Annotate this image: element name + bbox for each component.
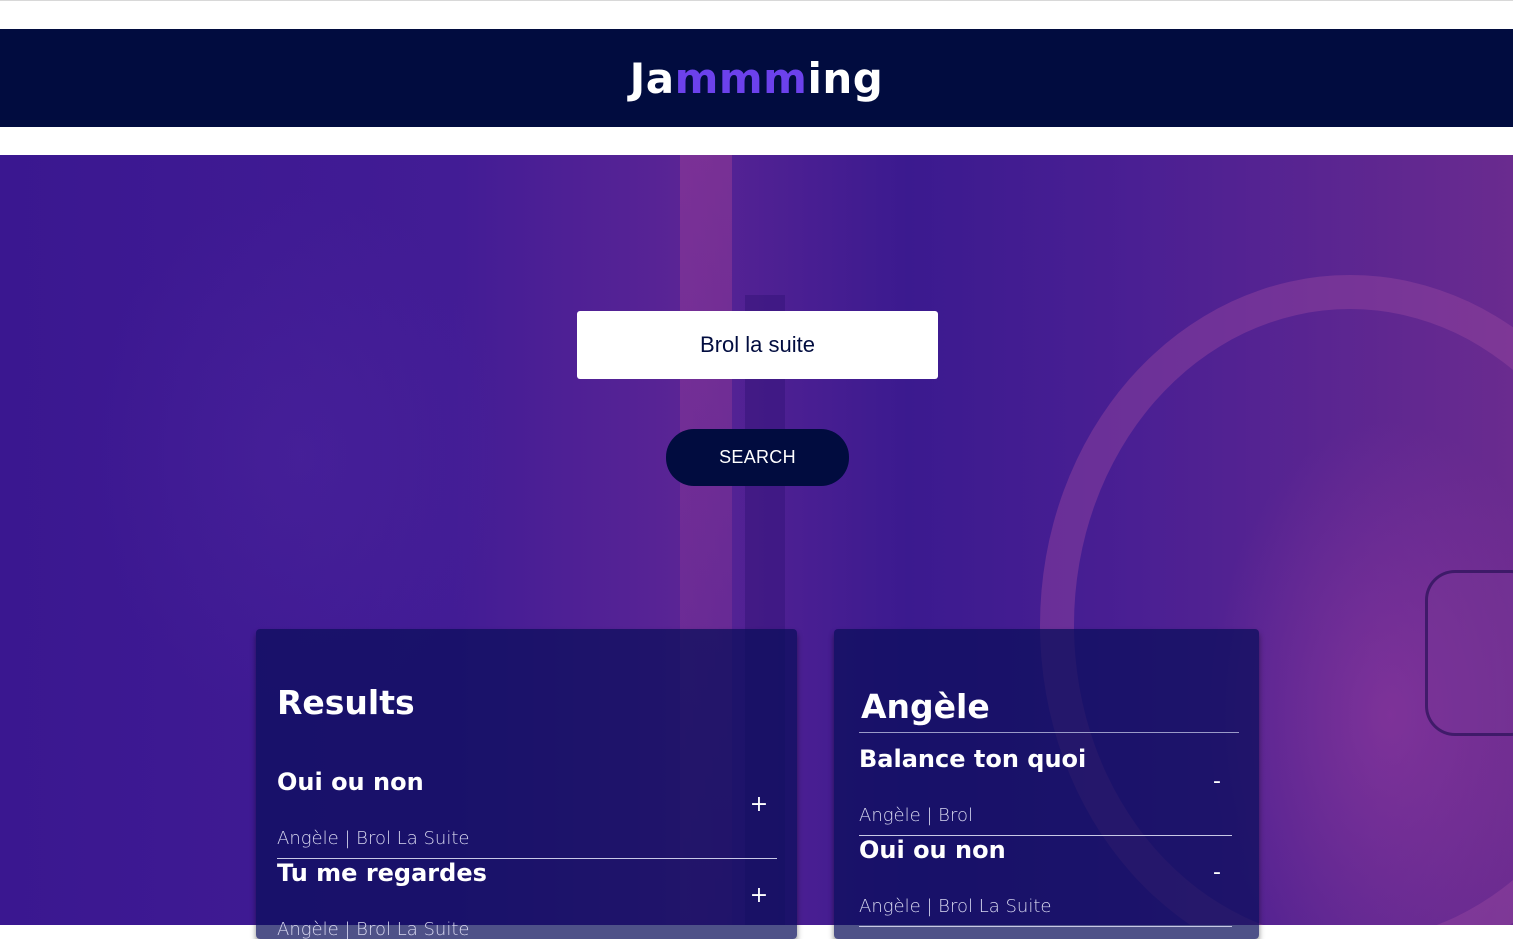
- app-logo: Jammming: [630, 54, 884, 103]
- logo-accent: mmm: [674, 53, 808, 103]
- results-panel: Results Oui ou non Angèle | Brol La Suit…: [256, 629, 797, 939]
- search-button[interactable]: SEARCH: [666, 429, 849, 486]
- headphone-cup-image: [1425, 570, 1513, 736]
- track-name: Balance ton quoi: [859, 745, 1087, 773]
- remove-track-button[interactable]: -: [1202, 858, 1232, 888]
- track-artist-album: Angèle | Brol La Suite: [277, 828, 470, 849]
- playlist-track: Balance ton quoi Angèle | Brol -: [859, 745, 1232, 836]
- track-name: Oui ou non: [859, 836, 1006, 864]
- app-header: Jammming: [0, 29, 1513, 127]
- playlist-track: Oui ou non Angèle | Brol La Suite -: [859, 836, 1232, 927]
- playlist-panel: Balance ton quoi Angèle | Brol - Oui ou …: [834, 629, 1259, 939]
- search-input[interactable]: [577, 311, 938, 379]
- track-artist-album: Angèle | Brol: [859, 805, 973, 826]
- results-title: Results: [277, 683, 415, 722]
- track-name: Oui ou non: [277, 768, 424, 796]
- track-artist-album: Angèle | Brol La Suite: [277, 919, 470, 939]
- logo-prefix: Ja: [629, 53, 675, 103]
- result-track: Oui ou non Angèle | Brol La Suite +: [277, 768, 777, 859]
- remove-track-button[interactable]: -: [1202, 767, 1232, 797]
- result-track: Tu me regardes Angèle | Brol La Suite +: [277, 859, 777, 939]
- header-spacer: [0, 127, 1513, 155]
- logo-suffix: ing: [807, 53, 884, 103]
- add-track-button[interactable]: +: [744, 881, 774, 911]
- playlist-name-input[interactable]: [859, 685, 1239, 733]
- add-track-button[interactable]: +: [744, 790, 774, 820]
- track-name: Tu me regardes: [277, 859, 487, 887]
- browser-top-strip: [0, 0, 1513, 29]
- track-artist-album: Angèle | Brol La Suite: [859, 896, 1052, 917]
